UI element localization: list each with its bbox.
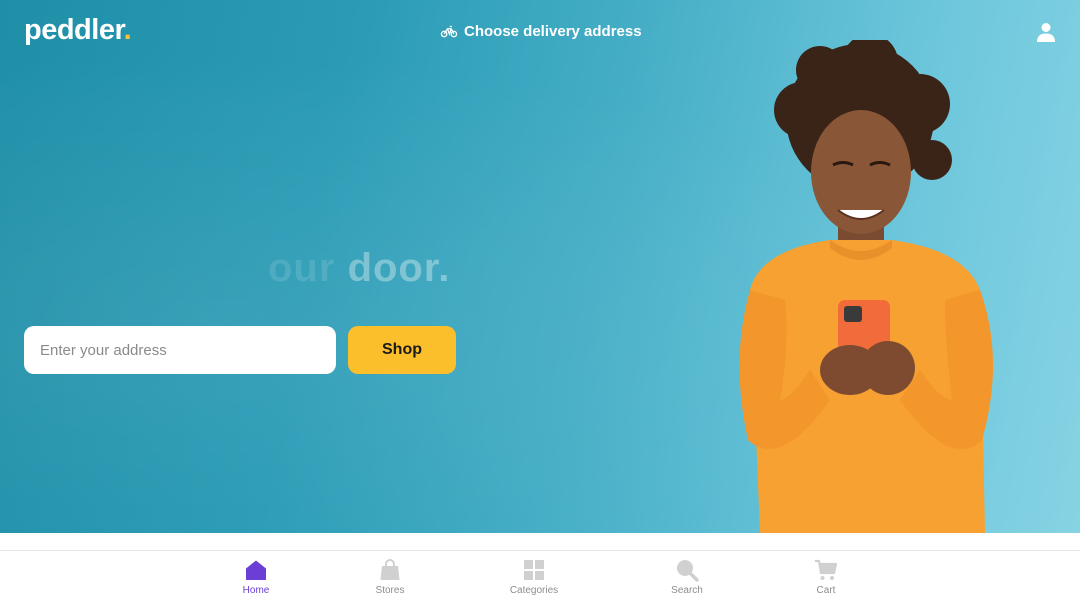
- nav-stores-label: Stores: [375, 585, 405, 596]
- tagline-text: door.: [347, 246, 451, 290]
- nav-cart[interactable]: Cart: [786, 558, 866, 596]
- logo-dot: .: [123, 14, 132, 46]
- bottom-navigation: Home Stores Categories Search Cart: [0, 552, 1080, 608]
- address-input[interactable]: [24, 326, 336, 374]
- shopping-bag-icon: [380, 559, 400, 580]
- nav-categories-label: Categories: [509, 585, 559, 596]
- logo-text: peddler: [24, 14, 124, 46]
- hero-tagline: our door.: [268, 246, 450, 291]
- woman-with-phone-image: [739, 40, 994, 533]
- shop-button[interactable]: Shop: [348, 326, 456, 374]
- tagline-faint: our: [268, 246, 336, 290]
- nav-home[interactable]: Home: [216, 558, 296, 596]
- peddler-logo[interactable]: peddler.: [24, 14, 132, 47]
- content-divider: [0, 533, 1080, 551]
- nav-stores[interactable]: Stores: [350, 558, 430, 596]
- bicycle-icon: [440, 25, 458, 38]
- nav-cart-label: Cart: [816, 585, 836, 596]
- grid-icon: [524, 560, 544, 580]
- cart-icon: [815, 559, 838, 580]
- nav-categories[interactable]: Categories: [494, 558, 574, 596]
- nav-search[interactable]: Search: [647, 558, 727, 596]
- nav-search-label: Search: [671, 585, 703, 596]
- search-icon: [677, 560, 699, 582]
- user-icon[interactable]: [1034, 20, 1058, 44]
- delivery-label: Choose delivery address: [464, 22, 642, 40]
- choose-delivery-address-button[interactable]: Choose delivery address: [440, 22, 642, 40]
- nav-home-label: Home: [242, 585, 270, 596]
- home-icon: [246, 560, 266, 580]
- hero-banner: peddler. Choose delivery address our doo…: [0, 0, 1080, 533]
